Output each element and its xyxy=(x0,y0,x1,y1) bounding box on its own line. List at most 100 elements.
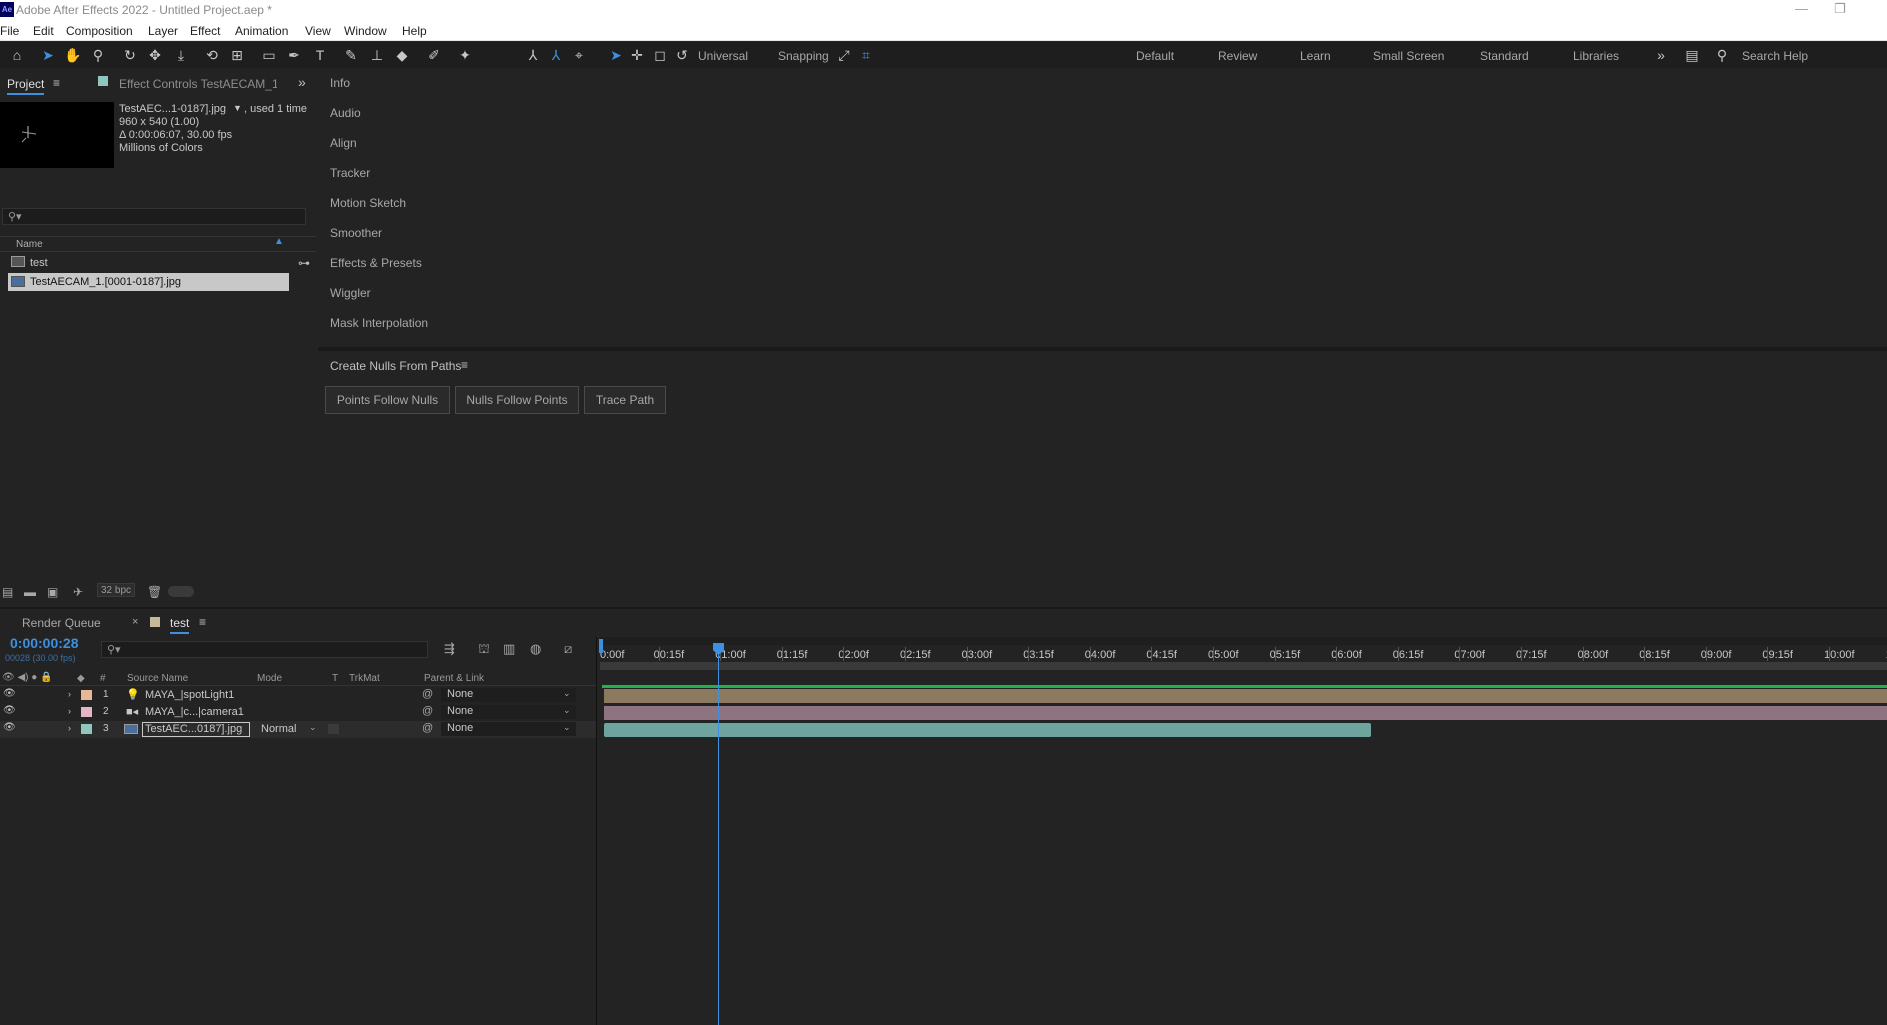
new-folder-icon[interactable]: ▬ xyxy=(24,585,36,599)
panel-wiggler[interactable]: Wiggler xyxy=(330,286,371,300)
trace-path-button[interactable]: Trace Path xyxy=(584,386,666,414)
layer-name[interactable]: MAYA_|c...|camera1 xyxy=(145,706,244,718)
sort-ascending-icon[interactable]: ▲ xyxy=(274,236,284,247)
chevron-down-icon[interactable]: ▼ xyxy=(233,103,242,113)
table-row[interactable]: 👁 › 3 TestAEC...0187].jpg Normal ⌄ @ Non… xyxy=(0,721,596,738)
work-area-start-handle[interactable] xyxy=(599,639,603,653)
parent-select[interactable]: None xyxy=(441,688,576,702)
bit-depth-button[interactable]: 32 bpc xyxy=(97,583,135,597)
workspace-default[interactable]: Default xyxy=(1136,49,1174,63)
pick-whip-icon[interactable]: @ xyxy=(422,688,433,700)
layer-label-color[interactable] xyxy=(81,690,92,700)
interpret-footage-icon[interactable]: ▤ xyxy=(2,585,13,599)
panel-menu-icon[interactable]: ≡ xyxy=(53,76,60,90)
menu-help[interactable]: Help xyxy=(402,24,427,38)
adjust-project-settings-icon[interactable]: ✈ xyxy=(73,585,83,599)
menu-animation[interactable]: Animation xyxy=(235,24,288,38)
panel-audio[interactable]: Audio xyxy=(330,106,361,120)
panel-smoother[interactable]: Smoother xyxy=(330,226,382,240)
more-workspaces-icon[interactable]: » xyxy=(1652,46,1670,64)
workspace-libraries[interactable]: Libraries xyxy=(1573,49,1619,63)
menu-effect[interactable]: Effect xyxy=(190,24,220,38)
pen-tool-icon[interactable]: ✒ xyxy=(285,46,303,64)
pick-whip-icon[interactable]: @ xyxy=(422,705,433,717)
workspace-learn[interactable]: Learn xyxy=(1300,49,1331,63)
chevron-right-icon[interactable]: » xyxy=(298,74,306,90)
restore-icon[interactable]: ❐ xyxy=(1834,1,1846,17)
minimize-icon[interactable]: — xyxy=(1795,1,1808,16)
menu-file[interactable]: File xyxy=(0,24,19,38)
pan-behind-icon[interactable]: ⊞ xyxy=(228,46,246,64)
universal-rotate-icon[interactable]: ↺ xyxy=(673,46,691,64)
tab-effect-controls[interactable]: Effect Controls TestAECAM_1.[0 xyxy=(119,77,277,91)
workspace-small-screen[interactable]: Small Screen xyxy=(1373,49,1444,63)
dolly-camera-icon[interactable]: ⤓ xyxy=(172,46,190,64)
local-axis-icon[interactable]: ⅄ xyxy=(524,46,542,64)
time-ruler[interactable]: 0:00f 00:15f 01:00f 01:15f 02:00f 02:15f 03:00… xyxy=(0,607,1887,667)
hand-tool-icon[interactable]: ✋ xyxy=(64,46,82,64)
world-axis-icon[interactable]: ⅄ xyxy=(547,46,565,64)
preserve-transparency-toggle[interactable] xyxy=(328,724,339,734)
flowchart-icon[interactable]: ⊶ xyxy=(298,256,310,270)
new-composition-icon[interactable]: ▣ xyxy=(47,585,58,599)
thumbnail-slider[interactable] xyxy=(168,586,194,597)
panel-effects-presets[interactable]: Effects & Presets xyxy=(330,256,422,270)
chevron-down-icon[interactable]: ⌄ xyxy=(563,722,571,733)
nulls-follow-points-button[interactable]: Nulls Follow Points xyxy=(455,386,579,414)
playhead-line[interactable] xyxy=(718,645,719,1025)
tab-project[interactable]: Project xyxy=(7,77,45,95)
chevron-right-icon[interactable]: › xyxy=(68,723,71,733)
brush-tool-icon[interactable]: ✎ xyxy=(342,46,360,64)
points-follow-nulls-button[interactable]: Points Follow Nulls xyxy=(325,386,450,414)
list-item[interactable]: TestAECAM_1.[0001-0187].jpg xyxy=(8,273,289,291)
table-row[interactable]: 👁 › 1 💡 MAYA_|spotLight1 @ None ⌄ xyxy=(0,687,596,704)
universal-move-icon[interactable]: ✛ xyxy=(628,46,646,64)
panel-motion-sketch[interactable]: Motion Sketch xyxy=(330,196,406,210)
menu-composition[interactable]: Composition xyxy=(66,24,133,38)
parent-select[interactable]: None xyxy=(441,705,576,719)
menu-layer[interactable]: Layer xyxy=(148,24,178,38)
panel-tracker[interactable]: Tracker xyxy=(330,166,370,180)
layer-label-color[interactable] xyxy=(81,707,92,717)
layer-duration-bar[interactable] xyxy=(604,689,1887,703)
panel-mask-interpolation[interactable]: Mask Interpolation xyxy=(330,316,428,330)
panel-align[interactable]: Align xyxy=(330,136,357,150)
time-navigator[interactable] xyxy=(600,662,1887,670)
chevron-down-icon[interactable]: ⌄ xyxy=(563,688,571,699)
orbit-camera-icon[interactable]: ↻ xyxy=(121,46,139,64)
roto-brush-icon[interactable]: ✐ xyxy=(425,46,443,64)
eye-icon[interactable]: 👁 xyxy=(3,705,16,716)
menu-window[interactable]: Window xyxy=(344,24,387,38)
layer-duration-bar[interactable] xyxy=(604,706,1887,720)
menu-view[interactable]: View xyxy=(305,24,331,38)
name-column-header[interactable]: Name xyxy=(16,239,43,250)
eye-icon[interactable]: 👁 xyxy=(3,722,16,733)
layer-label-color[interactable] xyxy=(81,724,92,734)
chevron-right-icon[interactable]: › xyxy=(68,706,71,716)
view-axis-icon[interactable]: ⌖ xyxy=(570,46,588,64)
snap-options-icon[interactable]: ⌗ xyxy=(857,46,875,64)
home-icon[interactable]: ⌂ xyxy=(8,46,26,64)
search-help-input[interactable]: Search Help xyxy=(1742,49,1808,63)
rectangle-tool-icon[interactable]: ▭ xyxy=(260,46,278,64)
eraser-tool-icon[interactable]: ◆ xyxy=(393,46,411,64)
zoom-tool-icon[interactable]: ⚲ xyxy=(89,46,107,64)
chevron-right-icon[interactable]: › xyxy=(68,689,71,699)
menu-edit[interactable]: Edit xyxy=(33,24,54,38)
panel-info[interactable]: Info xyxy=(330,76,350,90)
pick-whip-icon[interactable]: @ xyxy=(422,722,433,734)
snap-feather-icon[interactable]: ⤢ xyxy=(835,46,853,64)
parent-select[interactable]: None xyxy=(441,722,576,736)
trash-icon[interactable]: 🗑 xyxy=(147,585,162,599)
eye-icon[interactable]: 👁 xyxy=(3,688,16,699)
chevron-down-icon[interactable]: ⌄ xyxy=(563,705,571,716)
list-item[interactable]: test xyxy=(0,254,290,272)
layer-duration-bar[interactable] xyxy=(604,723,1371,737)
pan-camera-icon[interactable]: ✥ xyxy=(146,46,164,64)
project-search-input[interactable]: ⚲▾ xyxy=(2,208,306,225)
mode-select[interactable]: Normal xyxy=(261,723,296,735)
layer-name[interactable]: TestAEC...0187].jpg xyxy=(142,722,250,737)
clone-stamp-icon[interactable]: ⊥ xyxy=(368,46,386,64)
layer-name[interactable]: MAYA_|spotLight1 xyxy=(145,689,234,701)
source-name-header[interactable]: Source Name xyxy=(127,673,188,684)
